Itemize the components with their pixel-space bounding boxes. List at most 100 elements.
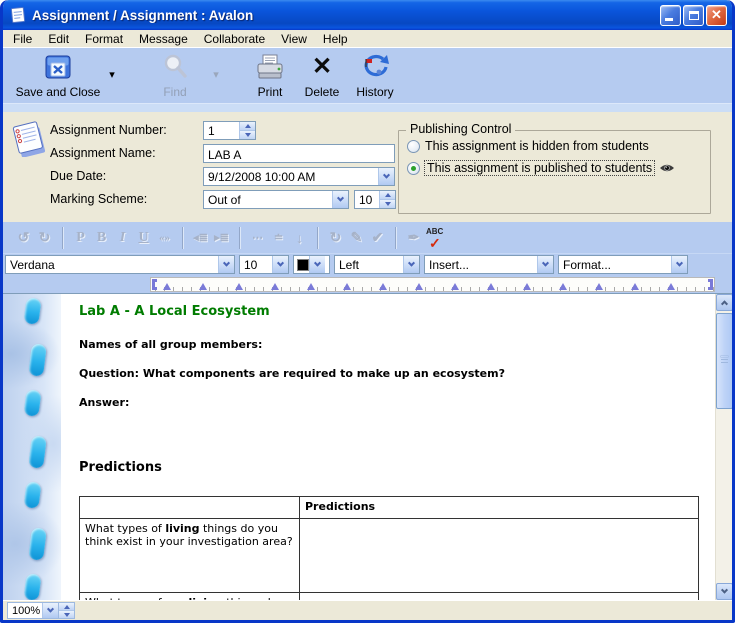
- ruler-tab-marker[interactable]: [343, 279, 351, 290]
- format-dropdown[interactable]: Format...: [558, 255, 688, 274]
- delete-label: Delete: [305, 85, 340, 99]
- binder-ring: [28, 527, 47, 561]
- format-arrow[interactable]: [671, 256, 687, 273]
- scrollbar-thumb[interactable]: [716, 313, 732, 409]
- points-spin-down[interactable]: [380, 199, 395, 208]
- assignment-number-spinner[interactable]: 1: [203, 121, 256, 140]
- signature-icon[interactable]: ✒: [403, 229, 424, 246]
- menu-file[interactable]: File: [5, 31, 40, 47]
- font-family-arrow[interactable]: [218, 256, 234, 273]
- spellcheck-button[interactable]: ABC ✓: [424, 226, 448, 250]
- due-date-arrow[interactable]: [378, 168, 394, 185]
- font-color-dropdown[interactable]: [293, 255, 330, 274]
- numbered-list-icon[interactable]: ◂≣: [190, 231, 211, 244]
- living-question-cell[interactable]: What types of living things do you think…: [80, 519, 300, 593]
- bulleted-list-icon[interactable]: ▸≣: [211, 231, 232, 244]
- find-button[interactable]: Find: [143, 51, 207, 99]
- save-options-caret[interactable]: ▾: [103, 68, 121, 81]
- zoom-dropdown-arrow[interactable]: [42, 603, 58, 618]
- ruler-tab-marker[interactable]: [307, 279, 315, 290]
- ruler-left-margin-marker[interactable]: [152, 279, 157, 290]
- zoom-spin-up[interactable]: [59, 603, 74, 610]
- menu-collaborate[interactable]: Collaborate: [196, 31, 273, 47]
- delete-button[interactable]: ✕ Delete: [297, 51, 347, 99]
- table-header-predictions-cell[interactable]: Predictions: [300, 497, 699, 519]
- minimize-button[interactable]: [660, 5, 681, 26]
- zoom-spin-down[interactable]: [59, 610, 74, 618]
- number-spin-up[interactable]: [240, 122, 255, 130]
- published-radio[interactable]: [407, 162, 420, 175]
- vertical-scrollbar[interactable]: [715, 294, 732, 600]
- baseline-icon[interactable]: ≐: [268, 231, 289, 244]
- zoom-control[interactable]: 100%: [7, 602, 75, 619]
- question-line: Question: What components are required t…: [79, 367, 701, 380]
- insert-arrow[interactable]: [537, 256, 553, 273]
- alignment-dropdown[interactable]: Left: [334, 255, 420, 274]
- ruler-tab-marker[interactable]: [631, 279, 639, 290]
- refresh-icon[interactable]: ↻: [325, 229, 346, 246]
- underline-icon[interactable]: U: [133, 230, 154, 246]
- history-button[interactable]: History: [349, 51, 401, 99]
- assignment-name-input[interactable]: LAB A: [203, 144, 395, 163]
- ruler-right-margin-marker[interactable]: [708, 279, 713, 290]
- due-date-dropdown[interactable]: 9/12/2008 10:00 AM: [203, 167, 395, 186]
- arrow-down-icon[interactable]: ↓: [289, 230, 310, 246]
- marking-points-spinner[interactable]: 10: [354, 190, 396, 209]
- close-button[interactable]: ✕: [706, 5, 727, 26]
- menu-message[interactable]: Message: [131, 31, 196, 47]
- living-answer-cell[interactable]: [300, 519, 699, 593]
- ruler-tab-marker[interactable]: [271, 279, 279, 290]
- document-editor[interactable]: Lab A - A Local Ecosystem Names of all g…: [3, 293, 732, 600]
- points-spin-up[interactable]: [380, 191, 395, 199]
- ruler[interactable]: [150, 277, 715, 292]
- insert-value: Insert...: [425, 256, 537, 273]
- ruler-tab-marker[interactable]: [451, 279, 459, 290]
- font-size-dropdown[interactable]: 10: [239, 255, 289, 274]
- ruler-tab-marker[interactable]: [559, 279, 567, 290]
- print-button[interactable]: Print: [247, 51, 293, 99]
- published-radio-label[interactable]: This assignment is published to students: [425, 161, 654, 175]
- ruler-tab-marker[interactable]: [487, 279, 495, 290]
- table-header-empty-cell[interactable]: [80, 497, 300, 519]
- ruler-tab-marker[interactable]: [523, 279, 531, 290]
- marking-scheme-arrow[interactable]: [332, 191, 348, 208]
- ruler-tab-marker[interactable]: [415, 279, 423, 290]
- ruler-tab-marker[interactable]: [595, 279, 603, 290]
- font-family-dropdown[interactable]: Verdana: [5, 255, 235, 274]
- scroll-up-button[interactable]: [716, 294, 732, 311]
- save-and-close-button[interactable]: Save and Close: [13, 51, 103, 99]
- number-spin-down[interactable]: [240, 130, 255, 139]
- maximize-button[interactable]: [683, 5, 704, 26]
- font-color-arrow[interactable]: [309, 256, 325, 273]
- hidden-radio[interactable]: [407, 140, 420, 153]
- ruler-tab-marker[interactable]: [199, 279, 207, 290]
- hidden-radio-label[interactable]: This assignment is hidden from students: [425, 139, 649, 153]
- accept-edit-icon[interactable]: ✔: [367, 229, 388, 246]
- nonliving-answer-cell[interactable]: [300, 593, 699, 601]
- menu-help[interactable]: Help: [315, 31, 356, 47]
- quotes-icon[interactable]: «»: [154, 232, 175, 244]
- find-options-caret[interactable]: ▾: [207, 68, 225, 81]
- insert-dropdown[interactable]: Insert...: [424, 255, 554, 274]
- font-size-arrow[interactable]: [272, 256, 288, 273]
- menu-format[interactable]: Format: [77, 31, 131, 47]
- tab-marks-icon[interactable]: ⋯: [247, 231, 268, 244]
- ruler-tab-marker[interactable]: [379, 279, 387, 290]
- pencil-icon[interactable]: ✎: [346, 229, 367, 246]
- italic-icon[interactable]: I: [112, 230, 133, 246]
- cell-bold-text: nonliving: [165, 596, 222, 600]
- nonliving-question-cell[interactable]: What types of nonliving things do you th…: [80, 593, 300, 601]
- undo-icon[interactable]: ↺: [13, 229, 34, 246]
- ruler-tab-marker[interactable]: [667, 279, 675, 290]
- ruler-tab-marker[interactable]: [163, 279, 171, 290]
- redo-icon[interactable]: ↻: [34, 229, 55, 246]
- bold-icon[interactable]: B: [91, 230, 112, 246]
- menu-view[interactable]: View: [273, 31, 315, 47]
- main-toolbar: Save and Close ▾ Find ▾: [3, 48, 732, 103]
- marking-scheme-dropdown[interactable]: Out of: [203, 190, 349, 209]
- alignment-arrow[interactable]: [403, 256, 419, 273]
- menu-edit[interactable]: Edit: [40, 31, 77, 47]
- paragraph-icon[interactable]: P: [70, 230, 91, 246]
- ruler-tab-marker[interactable]: [235, 279, 243, 290]
- scroll-down-button[interactable]: [716, 583, 732, 600]
